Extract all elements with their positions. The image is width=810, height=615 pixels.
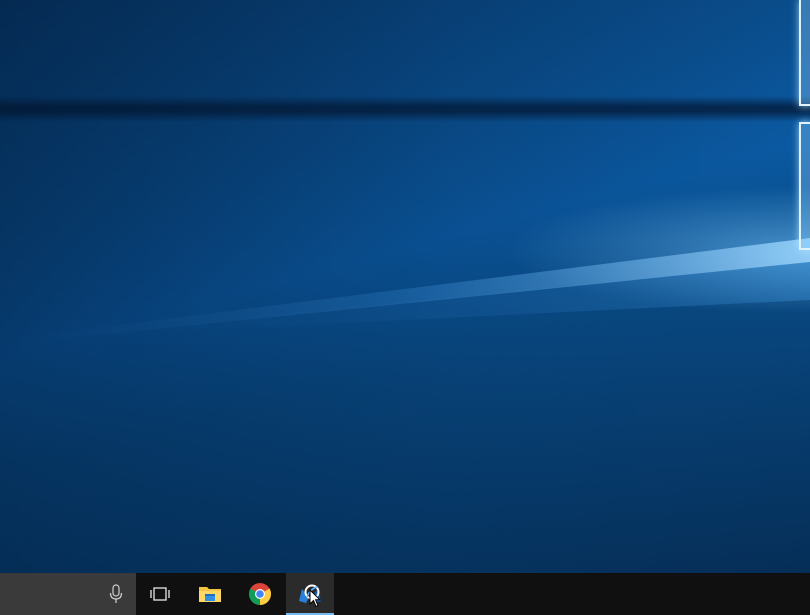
task-view-button[interactable] [136, 573, 184, 615]
folder-icon [199, 587, 221, 602]
mouse-pointer-icon [309, 589, 321, 608]
file-explorer-button[interactable] [186, 573, 234, 615]
google-chrome-button[interactable] [236, 573, 284, 615]
chrome-icon [249, 583, 271, 605]
wallpaper-shadow-band [0, 96, 810, 122]
wallpaper-light-beam [0, 238, 810, 345]
microphone-icon[interactable] [108, 584, 124, 604]
windows-logo-pane-bottom [799, 122, 810, 250]
task-view-icon [150, 587, 170, 601]
windows-logo-pane-top [799, 0, 810, 106]
search-box[interactable] [0, 573, 136, 615]
taskbar [0, 573, 810, 615]
desktop[interactable] [0, 0, 810, 573]
